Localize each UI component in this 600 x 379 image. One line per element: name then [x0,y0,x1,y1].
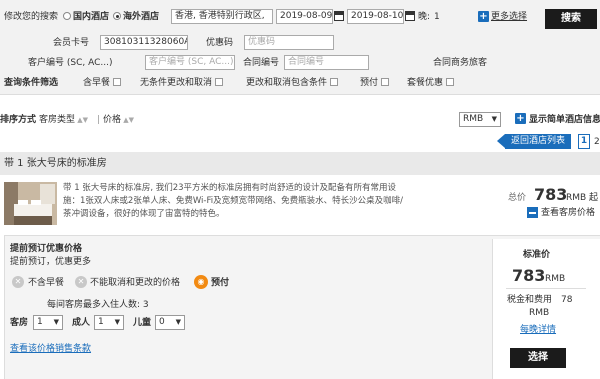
search-panel: 修改您的搜索 国内酒店 海外酒店 香港, 香港特别行政区, 2019-08-09… [0,0,600,95]
standard-price-label: 标准价 [523,250,551,260]
chevron-down-icon: ▼ [491,115,497,123]
page-next[interactable]: 2 [594,136,600,148]
rooms-select[interactable]: 1 ▼ [33,315,63,330]
total-price-value: 783 [534,185,568,204]
tax-value: 78 [561,295,573,305]
contract-number-label: 合同编号 [243,58,280,68]
client-number-input[interactable]: 客户编号 (SC, AC...) [145,55,235,70]
search-button[interactable]: 搜索 [545,9,597,29]
sort-price[interactable]: 价格 ▲▼ [103,114,134,126]
domestic-radio[interactable] [63,12,71,20]
rate-subtitle: 提前预订，优惠更多 [10,257,92,267]
feature-no-breakfast: 不含早餐 [28,278,65,288]
children-label: 儿童 [133,318,152,328]
chevron-down-icon: ▼ [53,318,59,326]
rate-price-value: 783 [512,266,546,285]
tax-label: 税金和费用 [507,295,553,305]
max-guests-label: 每间客房最多入住人数: 3 [47,300,149,310]
filter-package-checkbox[interactable] [446,78,455,86]
rate-terms-link[interactable]: 查看该价格销售条款 [10,343,91,355]
member-card-label: 会员卡号 [53,38,90,48]
total-price-currency: RMB 起 [566,193,599,203]
checkin-calendar-icon[interactable] [334,11,344,21]
filter-free-cancel-checkbox[interactable] [215,78,224,86]
filter-free-cancel[interactable]: 无条件更改和取消 [140,77,224,89]
filter-label: 查询条件筛选 [4,78,59,88]
destination-input[interactable]: 香港, 香港特别行政区, [171,9,273,24]
nights-value: 1 [434,12,440,22]
checkin-date-input[interactable]: 2019-08-09 [276,9,333,24]
tax-currency: RMB [529,308,550,318]
sort-room-type[interactable]: 客房类型 ▲▼ [39,114,88,126]
room-header: 带 1 张大号床的标准房 [0,152,600,175]
no-breakfast-icon: ✕ [12,276,24,288]
sort-divider: | [97,115,101,125]
rate-title: 提前预订优惠价格 [10,244,83,254]
chevron-down-icon: ▼ [114,318,120,326]
overseas-option[interactable]: 海外酒店 [113,11,159,23]
checkout-date-input[interactable]: 2019-08-10 [347,9,404,24]
filter-conditional-cancel[interactable]: 更改和取消包含条件 [246,77,339,89]
page-current[interactable]: 1 [578,134,590,149]
room-title: 带 1 张大号床的标准房 [4,158,107,169]
more-options-link[interactable]: 更多选择 [491,11,527,23]
filter-package[interactable]: 套餐优惠 [407,77,455,89]
filter-breakfast[interactable]: 含早餐 [83,77,122,89]
promo-code-label: 优惠码 [206,38,234,48]
checkout-calendar-icon[interactable] [405,11,415,21]
view-room-prices-link[interactable]: 查看客房价格 [541,207,595,219]
filter-breakfast-checkbox[interactable] [113,78,122,86]
show-simple-list-link[interactable]: 显示简单酒店信息 [529,114,600,126]
room-description: 带 1 张大号床的标准房, 我们23平方米的标准房拥有时尚舒适的设计及配备有所有… [63,183,403,219]
contract-number-input[interactable]: 合同编号 [284,55,369,70]
overseas-radio[interactable] [113,12,121,20]
filter-prepaid[interactable]: 预付 [360,77,390,89]
modify-search-label: 修改您的搜索 [4,12,59,22]
plus-icon[interactable]: + [478,11,489,22]
adults-label: 成人 [72,318,91,328]
adults-select[interactable]: 1 ▼ [94,315,124,330]
sort-bar: 排序方式 客房类型 ▲▼ | 价格 ▲▼ RMB ▼ + 显示简单酒店信息 返回酒… [0,96,600,152]
children-select[interactable]: 0 ▼ [155,315,185,330]
feature-no-cancel: 不能取消和更改的价格 [90,278,181,288]
nights-label: 晚: [418,12,431,22]
chevron-down-icon: ▼ [175,318,181,326]
feature-prepaid: 预付 [211,278,230,288]
room-photo[interactable] [4,182,57,225]
no-cancel-icon: ✕ [75,276,87,288]
minus-icon[interactable] [527,207,538,218]
filter-conditional-cancel-checkbox[interactable] [330,78,339,86]
total-price-label: 总价 [508,193,527,203]
nightly-details-link[interactable]: 每晚详情 [520,324,556,336]
price-divider [506,288,586,289]
promo-code-input[interactable]: 优惠码 [244,35,334,50]
prepaid-lock-icon: ◉ [194,275,208,289]
filter-prepaid-checkbox[interactable] [381,78,390,86]
back-to-list-button[interactable]: 返回酒店列表 [497,134,571,149]
currency-select[interactable]: RMB ▼ [459,112,501,127]
plus-icon[interactable]: + [515,113,526,124]
sort-label: 排序方式 [0,115,37,125]
rooms-label: 客房 [10,318,29,328]
domestic-option[interactable]: 国内酒店 [63,11,109,23]
member-card-input[interactable]: 30810311328060A [100,35,188,50]
rate-price-currency: RMB [545,274,566,284]
contract-traveler-label: 合同商务旅客 [433,58,488,68]
select-button[interactable]: 选择 [510,348,566,368]
client-number-label: 客户编号 (SC, AC...) [28,58,113,68]
